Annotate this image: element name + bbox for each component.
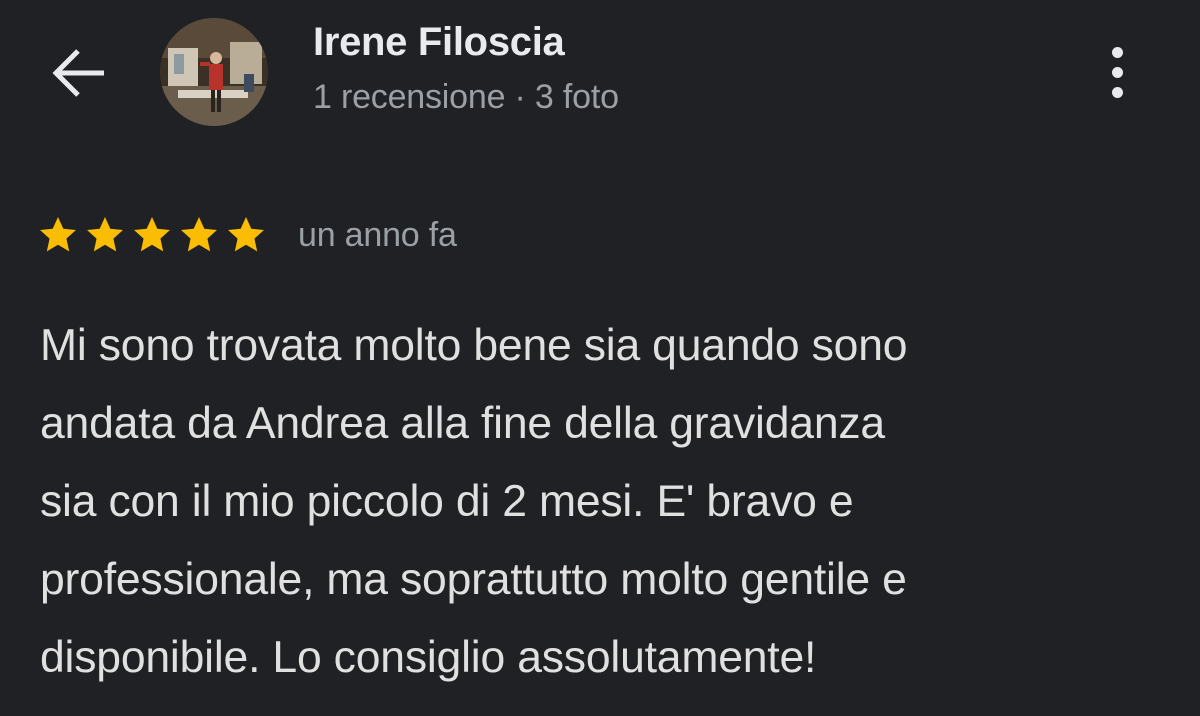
avatar[interactable] xyxy=(160,18,268,126)
more-vert-icon-dot xyxy=(1111,66,1123,78)
rating-row: un anno fa xyxy=(36,208,457,262)
arrow-back-icon xyxy=(52,49,104,97)
review-text-line: disponibile. Lo consiglio assolutamente! xyxy=(40,633,817,682)
review-text-line: andata da Andrea alla fine della gravida… xyxy=(40,399,885,448)
review-text-line: Mi sono trovata molto bene sia quando so… xyxy=(40,321,908,370)
star-rating xyxy=(36,213,268,257)
review-text-line: sia con il mio piccolo di 2 mesi. E' bra… xyxy=(40,477,854,526)
photo-count: 3 foto xyxy=(534,78,619,116)
more-vert-icon xyxy=(1111,46,1123,58)
star-filled-icon xyxy=(134,217,170,252)
star-filled-icon xyxy=(87,217,123,252)
more-vert-icon-dot xyxy=(1111,86,1123,98)
review-text-line: professionale, ma soprattutto molto gent… xyxy=(40,555,907,604)
star-filled-icon xyxy=(181,217,217,252)
reviewer-name[interactable]: Irene Filoscia xyxy=(313,20,565,65)
profile-photo xyxy=(160,18,268,126)
review-date: un anno fa xyxy=(298,215,457,254)
back-button[interactable] xyxy=(38,38,118,108)
reviewer-stats: 1 recensione · 3 foto xyxy=(313,78,619,117)
star-filled-icon xyxy=(40,217,76,252)
more-options-button[interactable] xyxy=(1092,36,1142,108)
separator: · xyxy=(514,78,526,116)
review-text: Mi sono trovata molto bene sia quando so… xyxy=(40,307,1170,697)
review-count: 1 recensione xyxy=(313,78,506,116)
star-filled-icon xyxy=(228,217,264,252)
